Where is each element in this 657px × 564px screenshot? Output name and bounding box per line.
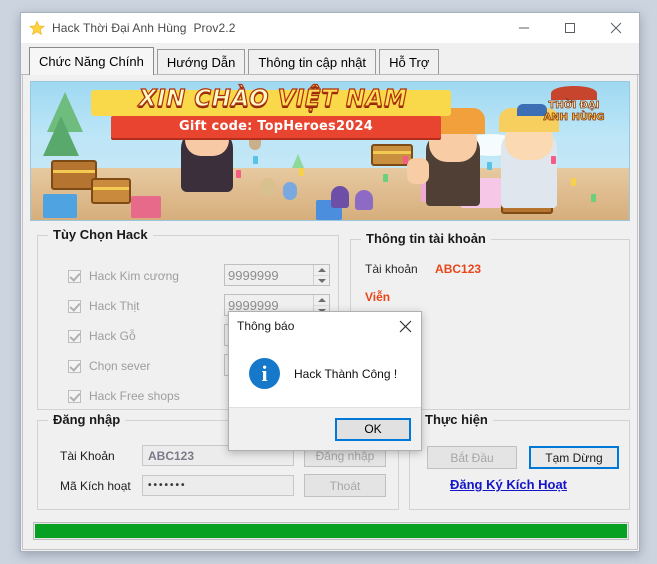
account-row-0: Tài khoản ABC123 (365, 262, 481, 276)
register-activation-link[interactable]: Đăng Ký Kích Hoạt (450, 477, 567, 492)
dialog-body: i Hack Thành Công ! (229, 340, 421, 407)
hack-option-row-4[interactable]: Hack Free shops (68, 386, 180, 406)
close-button[interactable] (593, 13, 639, 43)
star-icon (28, 19, 46, 37)
dialog-ok-button[interactable]: OK (335, 417, 411, 441)
hack-option-row-1[interactable]: Hack Thịt (68, 296, 139, 316)
progress-bar (33, 522, 629, 540)
hack-option-row-3[interactable]: Chọn sever (68, 356, 150, 376)
login-account-label: Tài Khoản (60, 449, 115, 463)
login-key-label: Mã Kích hoạt (60, 479, 131, 493)
account-info-title: Thông tin tài khoản (361, 231, 491, 246)
spinner-up-icon[interactable] (314, 295, 329, 305)
tab-chuc-nang-chinh[interactable]: Chức Năng Chính (29, 47, 154, 75)
account-value-0: ABC123 (435, 262, 482, 276)
pause-button[interactable]: Tạm Dừng (529, 446, 619, 469)
checkbox-hack-free-shops[interactable] (68, 389, 81, 403)
spinner-kim-cuong-value[interactable]: 9999999 (225, 265, 313, 285)
tab-ho-tro[interactable]: Hỗ Trợ (379, 49, 440, 74)
hack-option-label-4: Hack Free shops (89, 389, 180, 403)
start-button[interactable]: Bắt Đầu (427, 446, 517, 469)
execute-group: Thực hiện Bắt Đầu Tạm Dừng Đăng Ký Kích … (409, 412, 630, 510)
game-logo: THỜI ĐẠI ANH HÙNG (531, 86, 617, 134)
account-value-1: Viễn (365, 290, 391, 304)
application-window: Hack Thời Đại Anh Hùng Prov2.2 Chức Năng… (20, 12, 640, 552)
hack-option-row-2[interactable]: Hack Gỗ (68, 326, 136, 346)
minimize-button[interactable] (501, 13, 547, 43)
progress-bar-fill (35, 524, 627, 538)
tab-huong-dan[interactable]: Hướng Dẫn (156, 49, 246, 74)
promo-banner: XIN CHÀO VIỆT NAM Gift code: TopHeroes20… (30, 81, 630, 221)
dialog-close-icon[interactable] (389, 312, 421, 340)
dialog-title: Thông báo (237, 319, 295, 333)
title-bar: Hack Thời Đại Anh Hùng Prov2.2 (21, 13, 639, 43)
hack-option-row-0[interactable]: Hack Kim cương (68, 266, 179, 286)
info-icon: i (249, 358, 280, 389)
tab-bar: Chức Năng Chính Hướng Dẫn Thông tin cập … (21, 43, 639, 75)
maximize-button[interactable] (547, 13, 593, 43)
exit-button[interactable]: Thoát (304, 474, 386, 497)
spinner-kim-cuong-buttons[interactable] (313, 265, 329, 285)
game-logo-line1: THỜI ĐẠI (548, 100, 600, 112)
hack-option-label-0: Hack Kim cương (89, 269, 179, 283)
banner-headline: XIN CHÀO VIỆT NAM (83, 85, 463, 112)
checkbox-hack-thit[interactable] (68, 299, 81, 313)
tab-thong-tin-cap-nhat[interactable]: Thông tin cập nhật (248, 49, 377, 74)
banner-subtitle: Gift code: TopHeroes2024 (179, 119, 373, 134)
window-controls (501, 13, 639, 43)
account-label-0: Tài khoản (365, 262, 418, 276)
notification-dialog: Thông báo i Hack Thành Công ! OK (228, 311, 422, 451)
checkbox-chon-sever[interactable] (68, 359, 81, 373)
account-row-1: Viễn (365, 290, 390, 304)
hack-option-label-3: Chọn sever (89, 359, 151, 373)
spinner-down-icon[interactable] (314, 275, 329, 285)
game-logo-line2: ANH HÙNG (543, 112, 605, 124)
hack-option-label-1: Hack Thịt (89, 299, 140, 313)
login-title: Đăng nhập (48, 412, 126, 427)
checkbox-hack-kim-cuong[interactable] (68, 269, 81, 283)
login-key-input[interactable]: ••••••• (142, 475, 294, 496)
banner-headline-part1: XIN CHÀO (138, 85, 278, 112)
hack-options-title: Tùy Chọn Hack (48, 227, 153, 242)
spinner-up-icon[interactable] (314, 265, 329, 275)
dialog-footer: OK (229, 407, 421, 450)
hack-option-label-2: Hack Gỗ (89, 329, 136, 343)
dialog-message: Hack Thành Công ! (294, 366, 398, 381)
banner-headline-part2: VIỆT NAM (277, 85, 408, 112)
checkbox-hack-go[interactable] (68, 329, 81, 343)
spinner-kim-cuong[interactable]: 9999999 (224, 264, 330, 286)
dialog-title-bar: Thông báo (229, 312, 421, 340)
window-title: Hack Thời Đại Anh Hùng Prov2.2 (52, 21, 236, 35)
execute-title: Thực hiện (420, 412, 493, 427)
